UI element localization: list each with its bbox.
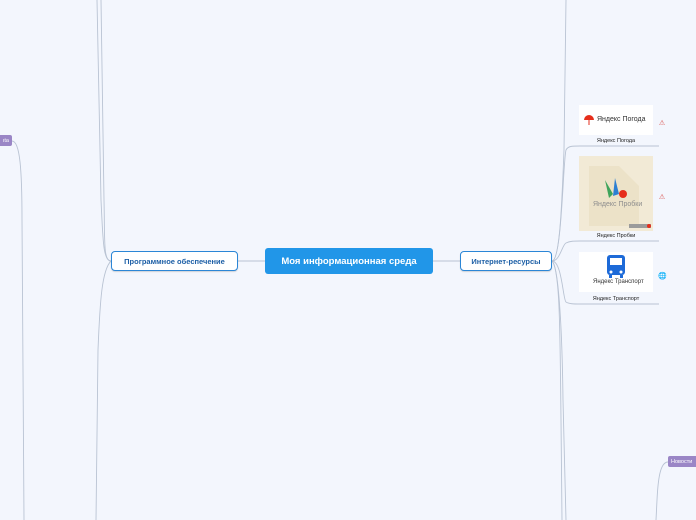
branch-software-label: Программное обеспечение	[124, 256, 225, 266]
resource-card-transport[interactable]: Яндекс Транспорт	[579, 252, 653, 292]
branch-internet-resources[interactable]: Интернет-ресурсы	[460, 251, 552, 271]
central-topic-label: Моя информационная среда	[281, 255, 417, 267]
map-pin-icon	[589, 166, 651, 228]
weather-logo-text: Яндекс Погода	[597, 116, 646, 123]
warning-icon: ⚠	[658, 120, 666, 127]
transport-logo-text: Яндекс Транспорт	[593, 279, 644, 285]
resource-label-transport: Яндекс Транспорт	[592, 296, 640, 302]
traffic-logo-text: Яндекс Пробки	[593, 201, 643, 208]
warning-icon: ⚠	[658, 194, 666, 201]
resource-card-weather[interactable]: Яндекс Погода	[579, 105, 653, 135]
bus-icon	[607, 255, 625, 278]
branch-software[interactable]: Программное обеспечение	[111, 251, 238, 271]
globe-icon: 🌐	[658, 273, 667, 280]
central-topic[interactable]: Моя информационная среда	[265, 248, 433, 274]
resource-card-traffic[interactable]: Яндекс Пробки	[579, 156, 653, 231]
branch-internet-label: Интернет-ресурсы	[471, 256, 541, 266]
resource-label-weather: Яндекс Погода	[596, 138, 636, 144]
resource-label-traffic: Яндекс Пробки	[596, 233, 636, 239]
topic-tag-left[interactable]: ıta	[0, 135, 12, 146]
topic-tag-left-label: ıta	[2, 137, 9, 144]
topic-tag-news[interactable]: Новости	[668, 456, 696, 467]
topic-tag-news-label: Новости	[671, 458, 693, 465]
